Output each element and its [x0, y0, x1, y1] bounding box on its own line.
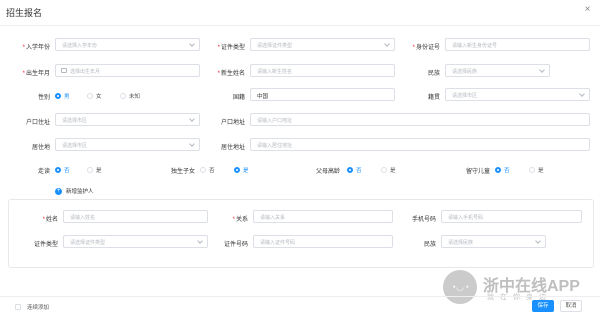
student-name-label: *新生姓名 [217, 71, 245, 77]
guardian-name-label: *姓名 [42, 217, 58, 223]
chevron-down-icon [189, 141, 195, 147]
native-place-label: 籍贯 [427, 95, 440, 101]
guardian-id-type-select[interactable]: 请选择证件类型 [63, 235, 208, 248]
hukou-address-input[interactable]: 请输入户口地址 [250, 113, 590, 126]
nationality-label: 国籍 [232, 95, 245, 101]
only-child-yes-radio[interactable]: 是 [234, 166, 249, 174]
id-number-input[interactable]: 请输入新生身份证号 [445, 38, 590, 51]
hukou-address-label: 户口地址 [220, 120, 245, 126]
id-type-label: *证件类型 [217, 45, 245, 51]
gender-label: 性别 [37, 95, 50, 101]
student-name-input[interactable]: 请输入新生姓名 [250, 64, 395, 77]
header-divider [0, 25, 600, 26]
residence-select[interactable]: 请选择市区 [55, 138, 200, 151]
chevron-down-icon [189, 41, 195, 47]
calendar-icon [61, 68, 67, 73]
chevron-down-icon [539, 67, 545, 73]
id-number-label: *身份证号 [412, 45, 440, 51]
left-behind-label: 留守儿童 [465, 169, 490, 175]
birth-date-picker[interactable]: 选择出生年月 [55, 64, 200, 77]
guardian-name-input[interactable]: 请输入姓名 [63, 210, 208, 223]
residence-address-label: 居住地址 [220, 145, 245, 151]
boarding-yes-radio[interactable]: 是 [87, 166, 102, 174]
save-button[interactable]: 保存 [532, 300, 554, 312]
ethnicity-label: 民族 [427, 71, 440, 77]
chevron-down-icon [197, 238, 203, 244]
guardian-id-type-label: 证件类型 [33, 242, 58, 248]
left-behind-yes-radio[interactable]: 是 [529, 166, 544, 174]
residence-address-input[interactable]: 请输入居住地址 [250, 138, 590, 151]
gender-unknown-radio[interactable]: 未知 [120, 92, 140, 100]
guardian-id-number-input[interactable]: 请输入证件号码 [253, 235, 393, 248]
left-behind-no-radio[interactable]: 否 [495, 166, 510, 174]
boarding-no-radio[interactable]: 否 [55, 166, 70, 174]
chevron-down-icon [579, 91, 585, 97]
guardian-phone-label: 手机号码 [411, 217, 436, 223]
enroll-year-label: *入学年份 [22, 45, 50, 51]
ethnicity-select[interactable]: 请选择民族 [445, 64, 550, 77]
guardian-relation-label: *关系 [232, 217, 248, 223]
residence-label: 居住地 [31, 145, 50, 151]
brand-logo-icon: ◔◡◔ [443, 270, 477, 304]
continue-add-checkbox[interactable]: 连续添加 [15, 303, 49, 311]
guardian-phone-input[interactable]: 请输入手机号码 [441, 210, 582, 223]
cancel-button[interactable]: 取消 [560, 300, 582, 312]
gender-male-radio[interactable]: 男 [55, 92, 70, 100]
only-child-label: 独生子女 [170, 169, 195, 175]
guardian-id-number-label: 证件号码 [223, 242, 248, 248]
native-place-select[interactable]: 请选择市区 [445, 88, 590, 101]
boarding-label: 走读 [37, 169, 50, 175]
hukou-place-label: 户口住址 [25, 120, 50, 126]
chevron-down-icon [189, 116, 195, 122]
id-type-select[interactable]: 请选择证件类型 [250, 38, 395, 51]
birth-label: *出生年月 [22, 71, 50, 77]
elderly-parents-yes-radio[interactable]: 是 [381, 166, 396, 174]
elderly-parents-label: 父母高龄 [315, 169, 340, 175]
elderly-parents-no-radio[interactable]: 否 [347, 166, 362, 174]
guardian-ethnicity-label: 民族 [423, 242, 436, 248]
footer-divider [0, 296, 600, 297]
plus-icon: + [55, 187, 62, 195]
guardian-relation-input[interactable]: 请输入关系 [253, 210, 393, 223]
enroll-year-select[interactable]: 请选择入学年份 [55, 38, 200, 51]
add-guardian-button[interactable]: + 新增监护人 [55, 187, 94, 195]
chevron-down-icon [384, 41, 390, 47]
dialog-title: 招生报名 [6, 8, 43, 18]
chevron-down-icon [535, 238, 541, 244]
guardian-ethnicity-select[interactable]: 请选择民族 [441, 235, 546, 248]
nationality-input[interactable]: 中国 [250, 88, 395, 101]
close-icon[interactable]: × [583, 5, 592, 15]
gender-female-radio[interactable]: 女 [87, 92, 102, 100]
only-child-no-radio[interactable]: 否 [200, 166, 215, 174]
hukou-place-select[interactable]: 请选择市区 [55, 113, 200, 126]
